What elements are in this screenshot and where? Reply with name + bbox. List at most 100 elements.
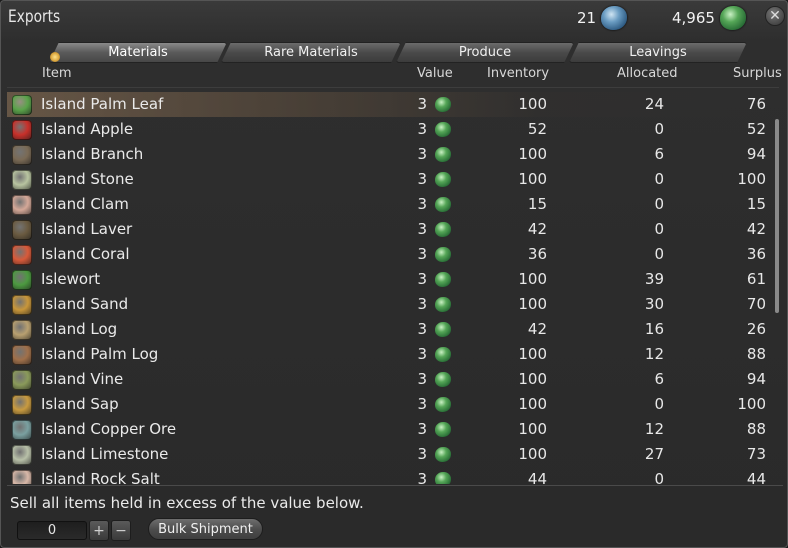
green-seal-icon: [435, 172, 451, 187]
item-allocated: 0: [654, 245, 664, 263]
item-inventory: 44: [527, 470, 547, 484]
tab-label: Materials: [108, 45, 168, 60]
table-row[interactable]: Island Limestone 3 100 27 73: [7, 442, 771, 467]
item-allocated: 0: [654, 470, 664, 484]
table-row[interactable]: Island Sand 3 100 30 70: [7, 292, 771, 317]
table-row[interactable]: Island Sap 3 100 0 100: [7, 392, 771, 417]
item-inventory: 36: [527, 245, 547, 263]
table-row[interactable]: Island Apple 3 52 0 52: [7, 117, 771, 142]
item-allocated: 0: [654, 220, 664, 238]
palm-log-icon: [12, 345, 32, 365]
item-value: 3: [417, 370, 427, 388]
list-scrollbar[interactable]: [775, 119, 779, 313]
item-allocated: 0: [654, 395, 664, 413]
column-header-allocated: Allocated: [617, 66, 678, 81]
bulk-shipment-button[interactable]: Bulk Shipment: [148, 518, 263, 540]
green-seal-icon: [435, 347, 451, 362]
column-header-value: Value: [417, 66, 453, 81]
item-surplus: 70: [746, 295, 766, 313]
tab-leavings[interactable]: Leavings: [569, 42, 747, 63]
laver-icon: [12, 220, 32, 240]
quantity-input[interactable]: [17, 521, 87, 540]
item-inventory: 100: [518, 95, 547, 113]
item-inventory: 100: [518, 420, 547, 438]
rock-salt-icon: [12, 470, 32, 484]
table-row[interactable]: Island Branch 3 100 6 94: [7, 142, 771, 167]
tab-materials[interactable]: Materials: [49, 42, 227, 63]
item-name: Island Laver: [41, 220, 133, 238]
item-surplus: 36: [746, 245, 766, 263]
table-row[interactable]: Island Copper Ore 3 100 12 88: [7, 417, 771, 442]
item-name: Island Rock Salt: [41, 470, 160, 484]
item-value: 3: [417, 145, 427, 163]
column-headers: Item Value Inventory Allocated Surplus: [1, 65, 787, 83]
item-surplus: 61: [746, 270, 766, 288]
blue-seal-icon: [601, 6, 628, 30]
decrement-button[interactable]: −: [111, 520, 131, 541]
table-row[interactable]: Island Clam 3 15 0 15: [7, 192, 771, 217]
item-name: Island Copper Ore: [41, 420, 177, 438]
item-allocated: 6: [654, 145, 664, 163]
category-tabs: Materials Rare Materials Produce Leaving…: [45, 42, 749, 64]
clam-icon: [12, 195, 32, 215]
item-name: Island Vine: [41, 370, 124, 388]
table-row[interactable]: Island Palm Leaf 3 100 24 76: [7, 92, 771, 117]
item-inventory: 100: [518, 445, 547, 463]
item-allocated: 0: [654, 170, 664, 188]
seal-balance-green: 4,965: [672, 5, 746, 31]
item-surplus: 52: [746, 120, 766, 138]
item-inventory: 100: [518, 395, 547, 413]
sand-icon: [12, 295, 32, 315]
window-title: Exports: [8, 7, 61, 27]
item-inventory: 42: [527, 220, 547, 238]
tab-label: Rare Materials: [264, 45, 358, 60]
item-inventory: 15: [527, 195, 547, 213]
vine-icon: [12, 370, 32, 390]
table-row[interactable]: Island Vine 3 100 6 94: [7, 367, 771, 392]
seal-balance-blue: 21: [577, 5, 628, 31]
close-button[interactable]: ✕: [765, 6, 785, 26]
column-header-surplus: Surplus: [733, 66, 782, 81]
table-row[interactable]: Island Laver 3 42 0 42: [7, 217, 771, 242]
table-row[interactable]: Island Palm Log 3 100 12 88: [7, 342, 771, 367]
item-name: Island Apple: [41, 120, 134, 138]
item-inventory: 100: [518, 370, 547, 388]
item-name: Island Branch: [41, 145, 144, 163]
item-allocated: 0: [654, 195, 664, 213]
item-inventory: 100: [518, 295, 547, 313]
green-seal-icon: [435, 422, 451, 437]
item-surplus: 88: [746, 345, 766, 363]
green-seal-icon: [435, 197, 451, 212]
green-seal-icon: [435, 272, 451, 287]
green-seal-icon: [435, 97, 451, 112]
log-icon: [12, 320, 32, 340]
item-value: 3: [417, 395, 427, 413]
item-inventory: 52: [527, 120, 547, 138]
increment-button[interactable]: +: [89, 520, 109, 541]
apple-icon: [12, 120, 32, 140]
item-value: 3: [417, 120, 427, 138]
green-seal-icon: [435, 372, 451, 387]
table-row[interactable]: Islewort 3 100 39 61: [7, 267, 771, 292]
tab-produce[interactable]: Produce: [396, 42, 574, 63]
item-value: 3: [417, 95, 427, 113]
table-row[interactable]: Island Rock Salt 3 44 0 44: [7, 467, 771, 484]
item-allocated: 39: [644, 270, 664, 288]
tab-rare-materials[interactable]: Rare Materials: [221, 42, 401, 63]
sap-icon: [12, 395, 32, 415]
item-name: Island Palm Log: [41, 345, 159, 363]
green-seal-icon: [435, 397, 451, 412]
item-inventory: 100: [518, 345, 547, 363]
item-surplus: 42: [746, 220, 766, 238]
table-row[interactable]: Island Log 3 42 16 26: [7, 317, 771, 342]
item-value: 3: [417, 170, 427, 188]
column-header-inventory: Inventory: [487, 66, 550, 81]
item-surplus: 44: [746, 470, 766, 484]
green-seal-icon: [435, 147, 451, 162]
table-row[interactable]: Island Coral 3 36 0 36: [7, 242, 771, 267]
close-icon: ✕: [769, 8, 781, 24]
item-inventory: 100: [518, 145, 547, 163]
active-tab-marker-icon: [50, 52, 60, 62]
item-name: Island Clam: [41, 195, 129, 213]
table-row[interactable]: Island Stone 3 100 0 100: [7, 167, 771, 192]
